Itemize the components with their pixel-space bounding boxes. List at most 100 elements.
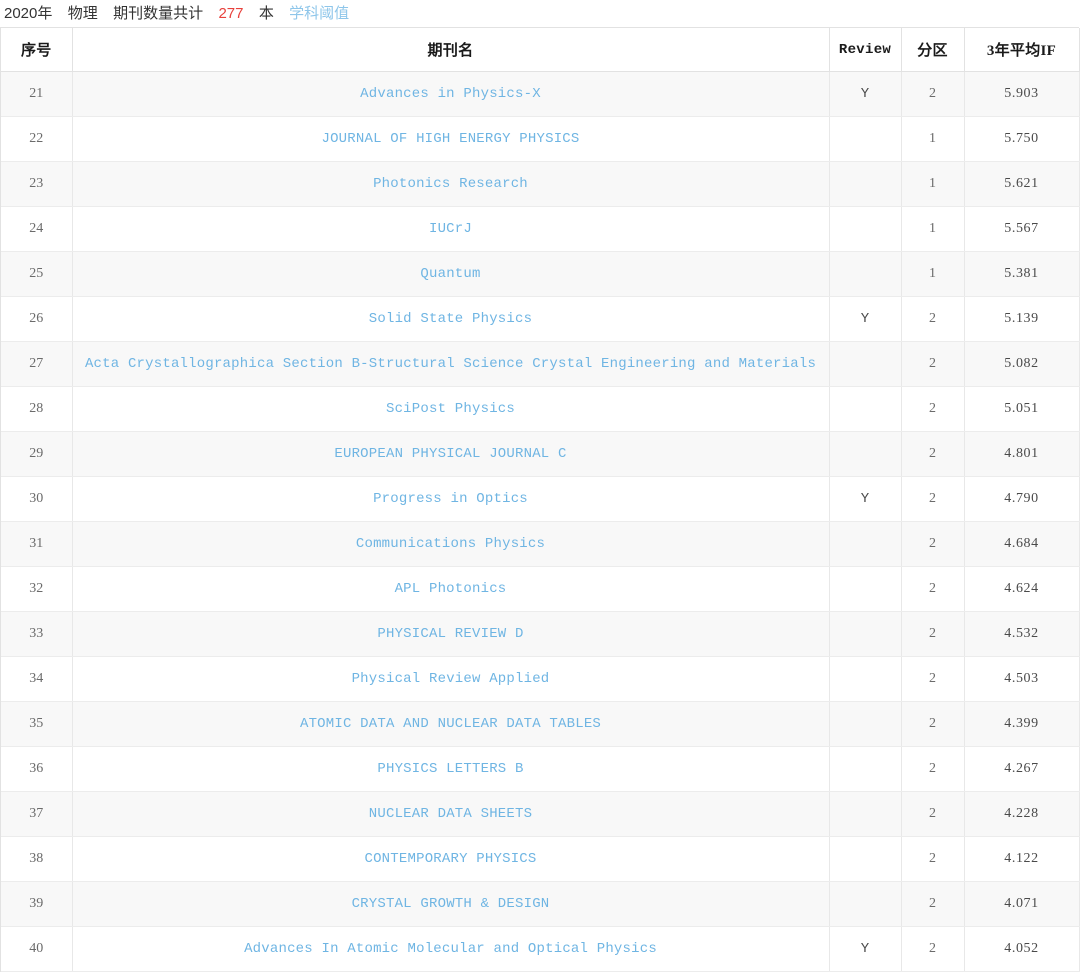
journal-table-container: 序号 期刊名 Review 分区 3年平均IF 21 Advances in Ph… <box>0 27 1080 972</box>
journal-name-link[interactable]: Advances In Atomic Molecular and Optical… <box>244 941 657 957</box>
table-row[interactable]: 29 EUROPEAN PHYSICAL JOURNAL C 2 4.801 <box>1 431 1080 477</box>
journal-name-link[interactable]: EUROPEAN PHYSICAL JOURNAL C <box>334 446 566 462</box>
cell-impact-factor: 4.801 <box>964 431 1080 477</box>
journal-name-link[interactable]: Solid State Physics <box>369 311 532 327</box>
cell-zone: 2 <box>901 746 965 792</box>
cell-zone: 2 <box>901 926 965 972</box>
journal-name-link[interactable]: ATOMIC DATA AND NUCLEAR DATA TABLES <box>300 716 601 732</box>
journal-name-link[interactable]: SciPost Physics <box>386 401 515 417</box>
table-row[interactable]: 35 ATOMIC DATA AND NUCLEAR DATA TABLES 2 4.… <box>1 701 1080 747</box>
journal-name-link[interactable]: PHYSICS LETTERS B <box>377 761 523 777</box>
cell-zone: 2 <box>901 341 965 387</box>
journal-name-link[interactable]: Physical Review Applied <box>352 671 550 687</box>
journal-name-link[interactable]: CRYSTAL GROWTH & DESIGN <box>352 896 550 912</box>
caption-journal-count: 277 <box>218 5 244 22</box>
column-header-no[interactable]: 序号 <box>1 28 73 72</box>
table-row[interactable]: 32 APL Photonics 2 4.624 <box>1 566 1080 612</box>
cell-zone: 2 <box>901 791 965 837</box>
cell-journal-name: Photonics Research <box>72 161 830 207</box>
cell-journal-name: Progress in Optics <box>72 476 830 522</box>
table-row[interactable]: 39 CRYSTAL GROWTH & DESIGN 2 4.071 <box>1 881 1080 927</box>
journal-name-link[interactable]: Communications Physics <box>356 536 545 552</box>
journal-name-link[interactable]: Photonics Research <box>373 176 528 192</box>
table-row[interactable]: 22 JOURNAL OF HIGH ENERGY PHYSICS 1 5.750 <box>1 116 1080 162</box>
table-row[interactable]: 40 Advances In Atomic Molecular and Optic… <box>1 926 1080 972</box>
journal-name-link[interactable]: CONTEMPORARY PHYSICS <box>364 851 536 867</box>
table-row[interactable]: 27 Acta Crystallographica Section B-Struc… <box>1 341 1080 387</box>
table-header-row: 序号 期刊名 Review 分区 3年平均IF <box>1 28 1080 72</box>
table-row[interactable]: 34 Physical Review Applied 2 4.503 <box>1 656 1080 702</box>
cell-review-flag <box>829 431 902 477</box>
journal-name-link[interactable]: Advances in Physics-X <box>360 86 541 102</box>
journal-name-link[interactable]: PHYSICAL REVIEW D <box>377 626 523 642</box>
table-row[interactable]: 37 NUCLEAR DATA SHEETS 2 4.228 <box>1 791 1080 837</box>
journal-name-link[interactable]: IUCrJ <box>429 221 472 237</box>
journal-name-link[interactable]: Progress in Optics <box>373 491 528 507</box>
journal-name-link[interactable]: APL Photonics <box>395 581 507 597</box>
table-row[interactable]: 21 Advances in Physics-X Y 2 5.903 <box>1 71 1080 117</box>
table-row[interactable]: 33 PHYSICAL REVIEW D 2 4.532 <box>1 611 1080 657</box>
cell-review-flag: Y <box>829 476 902 522</box>
cell-index: 27 <box>1 341 73 387</box>
table-body: 21 Advances in Physics-X Y 2 5.903 22 JOURNAL … <box>1 71 1080 972</box>
cell-journal-name: ATOMIC DATA AND NUCLEAR DATA TABLES <box>72 701 830 747</box>
cell-review-flag <box>829 791 902 837</box>
cell-impact-factor: 5.051 <box>964 386 1080 432</box>
cell-review-flag <box>829 746 902 792</box>
cell-impact-factor: 4.684 <box>964 521 1080 567</box>
cell-review-flag <box>829 521 902 567</box>
cell-impact-factor: 4.228 <box>964 791 1080 837</box>
cell-impact-factor: 5.750 <box>964 116 1080 162</box>
cell-journal-name: Solid State Physics <box>72 296 830 342</box>
cell-journal-name: JOURNAL OF HIGH ENERGY PHYSICS <box>72 116 830 162</box>
cell-zone: 1 <box>901 251 965 297</box>
table-row[interactable]: 38 CONTEMPORARY PHYSICS 2 4.122 <box>1 836 1080 882</box>
column-header-if[interactable]: 3年平均IF <box>964 28 1080 72</box>
journal-name-link[interactable]: Quantum <box>420 266 480 282</box>
journal-name-link[interactable]: Acta Crystallographica Section B-Structu… <box>85 356 816 372</box>
column-header-name[interactable]: 期刊名 <box>72 28 830 72</box>
cell-index: 36 <box>1 746 73 792</box>
cell-index: 38 <box>1 836 73 882</box>
cell-zone: 2 <box>901 476 965 522</box>
table-row[interactable]: 23 Photonics Research 1 5.621 <box>1 161 1080 207</box>
cell-index: 29 <box>1 431 73 477</box>
cell-zone: 2 <box>901 521 965 567</box>
table-row[interactable]: 30 Progress in Optics Y 2 4.790 <box>1 476 1080 522</box>
cell-review-flag: Y <box>829 71 902 117</box>
cell-index: 37 <box>1 791 73 837</box>
table-header: 序号 期刊名 Review 分区 3年平均IF <box>1 28 1080 72</box>
table-row[interactable]: 31 Communications Physics 2 4.684 <box>1 521 1080 567</box>
cell-review-flag <box>829 701 902 747</box>
cell-review-flag <box>829 116 902 162</box>
table-row[interactable]: 24 IUCrJ 1 5.567 <box>1 206 1080 252</box>
table-row[interactable]: 28 SciPost Physics 2 5.051 <box>1 386 1080 432</box>
cell-impact-factor: 5.567 <box>964 206 1080 252</box>
cell-impact-factor: 4.071 <box>964 881 1080 927</box>
caption-unit: 本 <box>258 5 274 22</box>
cell-index: 32 <box>1 566 73 612</box>
cell-index: 40 <box>1 926 73 972</box>
cell-index: 26 <box>1 296 73 342</box>
cell-review-flag <box>829 386 902 432</box>
subject-threshold-link[interactable]: 学科阈值 <box>289 0 349 27</box>
cell-impact-factor: 4.790 <box>964 476 1080 522</box>
cell-review-flag <box>829 206 902 252</box>
cell-impact-factor: 4.052 <box>964 926 1080 972</box>
cell-index: 24 <box>1 206 73 252</box>
cell-review-flag <box>829 611 902 657</box>
cell-index: 22 <box>1 116 73 162</box>
table-row[interactable]: 25 Quantum 1 5.381 <box>1 251 1080 297</box>
table-row[interactable]: 26 Solid State Physics Y 2 5.139 <box>1 296 1080 342</box>
journal-name-link[interactable]: JOURNAL OF HIGH ENERGY PHYSICS <box>321 131 579 147</box>
cell-review-flag <box>829 341 902 387</box>
journal-table: 序号 期刊名 Review 分区 3年平均IF 21 Advances in Ph… <box>1 28 1080 972</box>
cell-journal-name: APL Photonics <box>72 566 830 612</box>
column-header-zone[interactable]: 分区 <box>901 28 965 72</box>
cell-journal-name: Advances in Physics-X <box>72 71 830 117</box>
cell-index: 25 <box>1 251 73 297</box>
journal-name-link[interactable]: NUCLEAR DATA SHEETS <box>369 806 532 822</box>
cell-index: 21 <box>1 71 73 117</box>
column-header-review[interactable]: Review <box>829 28 902 72</box>
table-row[interactable]: 36 PHYSICS LETTERS B 2 4.267 <box>1 746 1080 792</box>
